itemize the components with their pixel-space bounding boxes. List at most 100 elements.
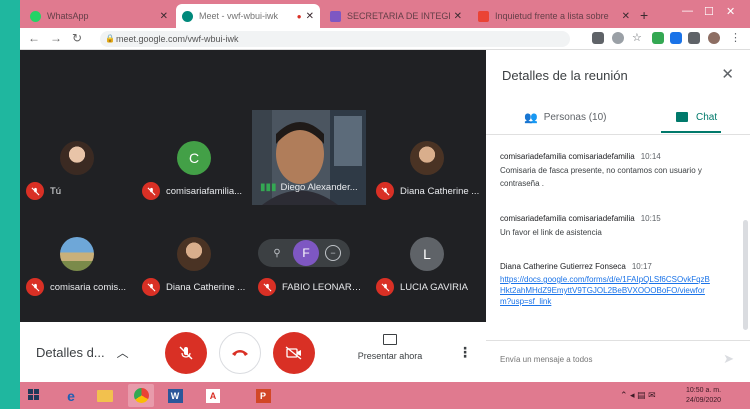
participant-name: Diana Catherine ... bbox=[166, 281, 246, 293]
new-tab-icon[interactable]: + bbox=[640, 7, 648, 23]
system-tray-icons[interactable]: ⌃ ◂ ▤ ✉ bbox=[620, 390, 656, 401]
speaking-indicator-icon: ▮▮▮ bbox=[260, 182, 277, 193]
acrobat-icon[interactable]: A bbox=[200, 384, 226, 407]
message-time: 10:14 bbox=[640, 152, 661, 161]
browser-tab-secretaria[interactable]: SECRETARIA DE INTEGRACION ✕ bbox=[324, 4, 468, 28]
maximize-icon[interactable]: ☐ bbox=[704, 5, 714, 18]
message-sender: comisariadefamilia comisariadefamilia bbox=[500, 152, 635, 161]
meeting-controls-bar: Detalles d... ︿ Presentar ahora ⋮ bbox=[20, 322, 486, 382]
message-time: 10:15 bbox=[640, 214, 661, 223]
address-bar: ← → ↻ 🔒 meet.google.com/vwf-wbui-iwk ☆ ⋮ bbox=[20, 28, 750, 50]
tab-chat-label: Chat bbox=[696, 111, 718, 123]
screen: WhatsApp ✕ Meet - vwf-wbui-iwk ● ✕ SECRE… bbox=[20, 0, 750, 409]
file-explorer-icon[interactable] bbox=[92, 384, 118, 407]
form-icon bbox=[330, 10, 341, 22]
close-tab-icon[interactable]: ✕ bbox=[306, 11, 314, 22]
browser-tab-strip: WhatsApp ✕ Meet - vwf-wbui-iwk ● ✕ SECRE… bbox=[20, 0, 750, 28]
puzzle-icon[interactable] bbox=[688, 32, 700, 44]
forward-icon[interactable]: → bbox=[50, 31, 62, 45]
taskbar-clock[interactable]: 10:50 a. m. 24/09/2020 bbox=[686, 386, 721, 406]
hang-up-icon bbox=[232, 350, 248, 356]
tab-label: WhatsApp bbox=[47, 11, 89, 21]
browser-tab-whatsapp[interactable]: WhatsApp ✕ bbox=[24, 4, 174, 28]
zoom-icon[interactable] bbox=[612, 32, 624, 44]
more-options-icon[interactable]: ⋮ bbox=[458, 344, 472, 361]
participant-name: FABIO LEONARD... bbox=[282, 281, 366, 293]
mic-off-icon bbox=[179, 346, 193, 360]
avatar bbox=[60, 237, 94, 271]
remove-icon[interactable]: − bbox=[325, 245, 341, 261]
camera-off-icon bbox=[285, 346, 302, 360]
powerpoint-icon[interactable]: P bbox=[250, 384, 276, 407]
meeting-details-panel: Detalles de la reunión ✕ 👥 Personas (10)… bbox=[486, 50, 750, 382]
present-now-button[interactable]: Presentar ahora bbox=[350, 334, 430, 361]
avatar bbox=[60, 141, 94, 175]
mic-off-icon bbox=[258, 278, 276, 296]
word-icon[interactable]: W bbox=[162, 384, 188, 407]
people-icon: 👥 bbox=[524, 111, 538, 124]
browser-tab-inquietud[interactable]: Inquietud frente a lista sobre ✕ bbox=[472, 4, 636, 28]
meet-icon bbox=[182, 10, 193, 22]
message-link[interactable]: https://docs.google.com/forms/d/e/1FAIpQ… bbox=[500, 274, 710, 307]
doc-icon bbox=[478, 10, 489, 22]
close-icon[interactable]: ✕ bbox=[721, 65, 734, 83]
chat-message: comisariadefamilia comisariadefamilia 10:… bbox=[500, 152, 710, 190]
close-tab-icon[interactable]: ✕ bbox=[454, 11, 462, 22]
clock-time: 10:50 a. m. bbox=[686, 387, 722, 394]
tile-hover-controls: ⚲ F − bbox=[258, 239, 350, 267]
toggle-camera-button[interactable] bbox=[273, 332, 315, 374]
mic-off-icon bbox=[376, 278, 394, 296]
url-field[interactable]: 🔒 meet.google.com/vwf-wbui-iwk bbox=[100, 31, 570, 47]
windows-start-icon[interactable] bbox=[28, 389, 40, 401]
minimize-icon[interactable]: — bbox=[682, 5, 693, 17]
chat-scrollbar[interactable] bbox=[743, 220, 748, 330]
send-icon[interactable]: ➤ bbox=[723, 351, 734, 367]
chrome-icon[interactable] bbox=[128, 384, 154, 407]
extension-icon[interactable] bbox=[670, 32, 682, 44]
meeting-details-button[interactable]: Detalles d... ︿ bbox=[36, 344, 129, 361]
meeting-details-label: Detalles d... bbox=[36, 345, 105, 360]
meeting-stage: Tú C comisariafamilia... ▮▮▮ Diego Alexa… bbox=[20, 50, 486, 322]
internet-explorer-icon[interactable]: e bbox=[58, 384, 84, 407]
close-tab-icon[interactable]: ✕ bbox=[622, 11, 630, 22]
whatsapp-icon bbox=[30, 10, 41, 22]
chat-message-input[interactable] bbox=[500, 355, 700, 364]
clock-date: 24/09/2020 bbox=[686, 397, 722, 404]
avatar: L bbox=[410, 237, 444, 271]
star-icon[interactable]: ☆ bbox=[632, 32, 644, 44]
close-window-icon[interactable]: ✕ bbox=[726, 5, 735, 18]
extension-icon[interactable] bbox=[652, 32, 664, 44]
taskbar: e W A P ⌃ ◂ ▤ ✉ 10:50 a. m. 24/09/2020 bbox=[20, 382, 750, 409]
mic-off-icon bbox=[142, 182, 160, 200]
tab-chat[interactable]: Chat bbox=[676, 102, 717, 132]
avatar: F bbox=[293, 240, 319, 266]
divider bbox=[486, 134, 750, 135]
avatar: C bbox=[177, 141, 211, 175]
avatar bbox=[177, 237, 211, 271]
close-tab-icon[interactable]: ✕ bbox=[160, 11, 168, 22]
tab-label: Inquietud frente a lista sobre bbox=[495, 11, 609, 21]
lock-icon: 🔒 bbox=[105, 34, 115, 43]
message-sender: Diana Catherine Gutierrez Fonseca bbox=[500, 262, 626, 271]
toggle-mic-button[interactable] bbox=[165, 332, 207, 374]
participant-name: Diana Catherine ... bbox=[400, 185, 480, 197]
tab-people[interactable]: 👥 Personas (10) bbox=[524, 102, 607, 132]
participant-name: Tú bbox=[50, 185, 62, 197]
tab-people-label: Personas (10) bbox=[543, 111, 607, 123]
mic-off-icon bbox=[26, 182, 44, 200]
camera-icon[interactable] bbox=[592, 32, 604, 44]
profile-avatar[interactable] bbox=[708, 32, 720, 44]
present-screen-icon bbox=[383, 334, 397, 345]
message-sender: comisariadefamilia comisariadefamilia bbox=[500, 214, 635, 223]
chat-icon bbox=[676, 112, 688, 122]
reload-icon[interactable]: ↻ bbox=[72, 31, 82, 45]
active-tab-indicator bbox=[661, 131, 721, 133]
pin-icon[interactable]: ⚲ bbox=[267, 243, 287, 263]
menu-icon[interactable]: ⋮ bbox=[730, 32, 742, 44]
panel-title: Detalles de la reunión bbox=[502, 68, 628, 83]
leave-call-button[interactable] bbox=[219, 332, 261, 374]
back-icon[interactable]: ← bbox=[28, 31, 40, 45]
browser-tab-meet[interactable]: Meet - vwf-wbui-iwk ● ✕ bbox=[176, 4, 320, 28]
message-text: Comisaria de fasca presente, no contamos… bbox=[500, 166, 702, 188]
message-text: Un favor el link de asistencia bbox=[500, 228, 602, 237]
